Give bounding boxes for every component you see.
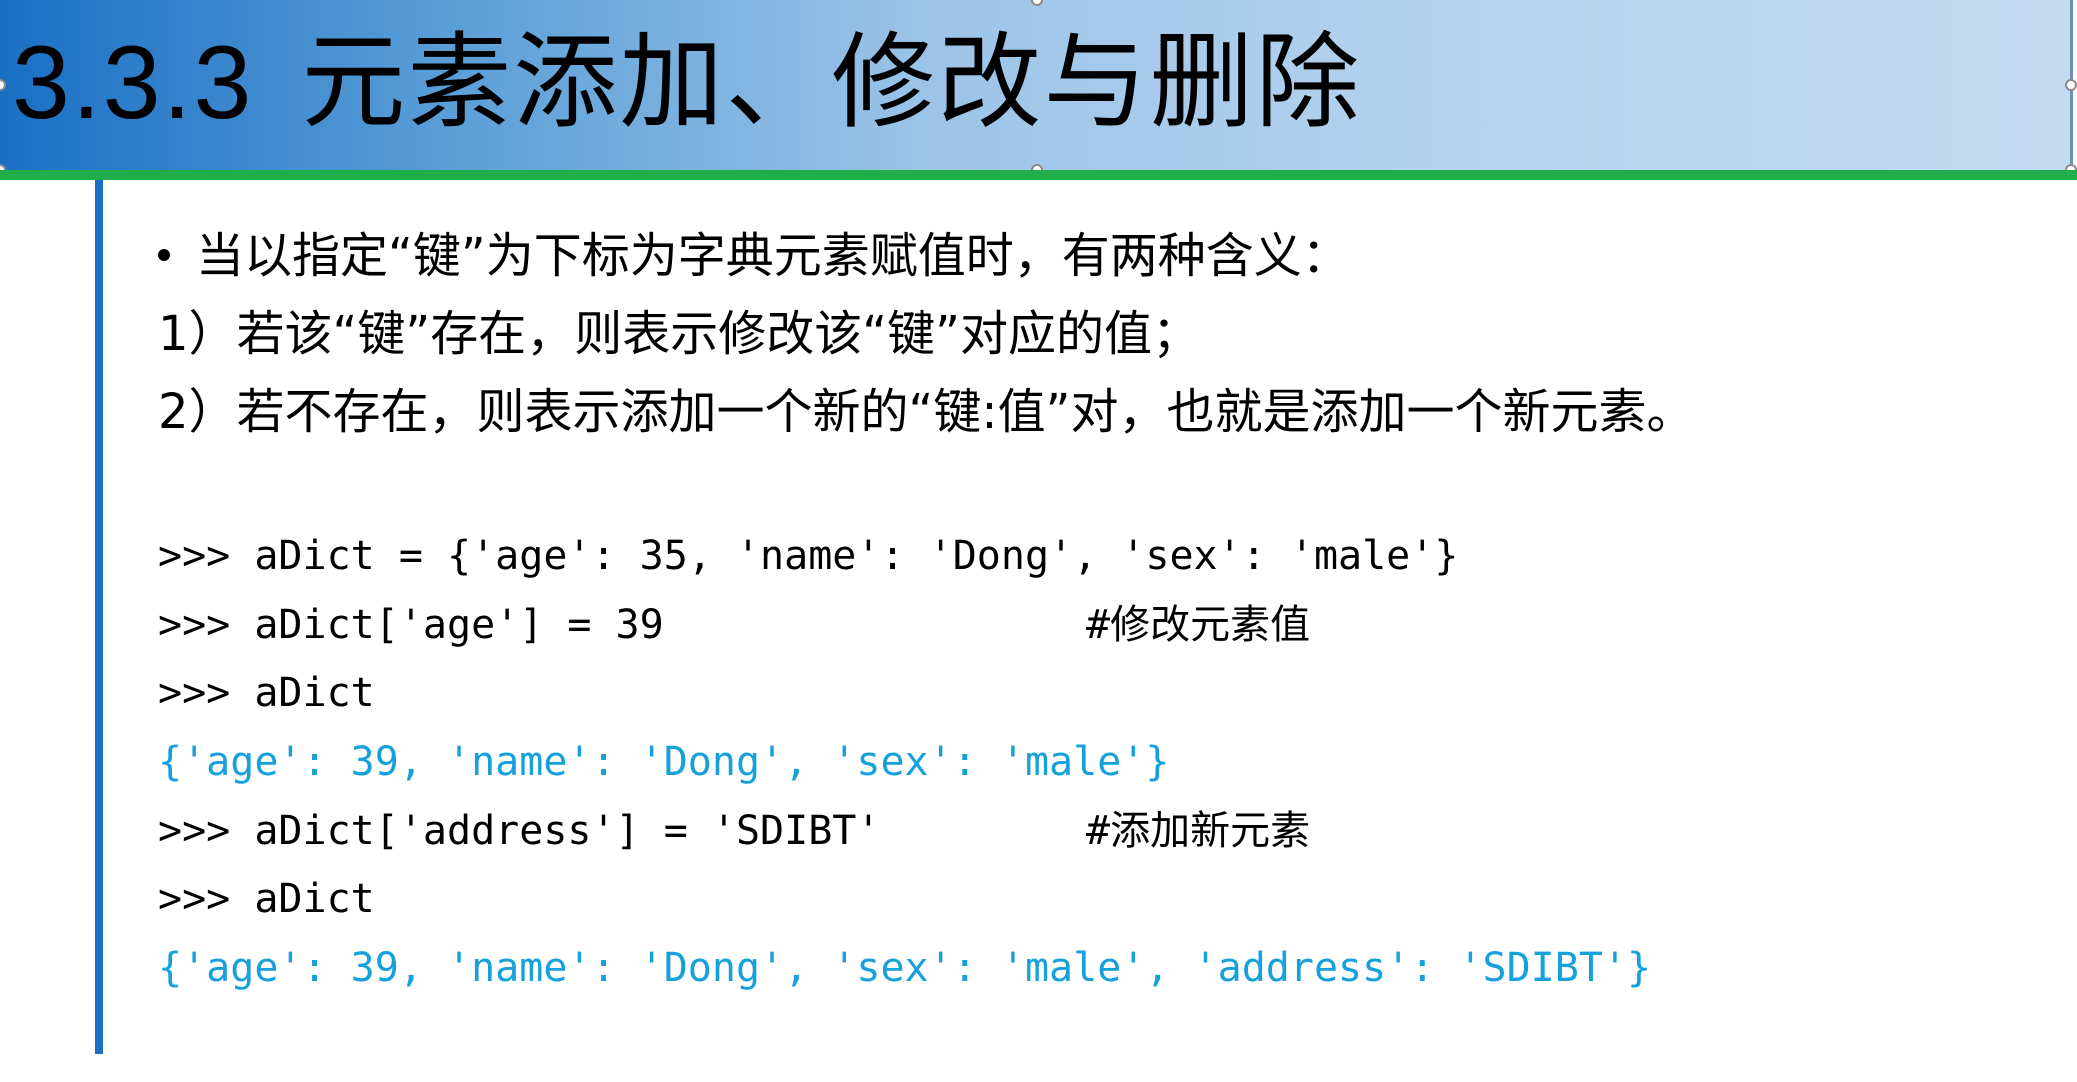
bullet-paragraph: 当以指定“键”为下标为字典元素赋值时，有两种含义： <box>158 226 1350 286</box>
code-line-4: >>> aDict['address'] = 'SDIBT' <box>158 808 881 854</box>
code-comment-modify: #修改元素值 <box>1086 602 1311 648</box>
title-text: 元素添加、修改与删除 <box>301 25 1362 141</box>
code-line-3: >>> aDict <box>158 670 375 716</box>
content-left-rule <box>95 180 103 1054</box>
section-number: 3.3.3 <box>12 25 254 141</box>
bullet-icon <box>158 249 170 261</box>
code-output-2: {'age': 39, 'name': 'Dong', 'sex': 'male… <box>158 945 1652 991</box>
slide: 3.3.3 元素添加、修改与删除 当以指定“键”为下标为字典元素赋值时，有两种含义… <box>0 0 2077 1082</box>
code-output-1: {'age': 39, 'name': 'Dong', 'sex': 'male… <box>158 739 1170 785</box>
code-comment-add: #添加新元素 <box>1086 808 1311 854</box>
paragraph-line-2: 2）若不存在，则表示添加一个新的“键:值”对，也就是添加一个新元素。 <box>158 384 1695 440</box>
selection-handle-middle-right[interactable] <box>2065 79 2077 91</box>
code-line-5: >>> aDict <box>158 876 375 922</box>
slide-title: 3.3.3 元素添加、修改与删除 <box>12 18 1361 148</box>
title-bar[interactable]: 3.3.3 元素添加、修改与删除 <box>0 0 2073 170</box>
paragraph-line-1: 1）若该“键”存在，则表示修改该“键”对应的值； <box>158 306 1201 362</box>
code-line-2: >>> aDict['age'] = 39 <box>158 602 664 648</box>
title-underline <box>0 170 2077 180</box>
code-line-1: >>> aDict = {'age': 35, 'name': 'Dong', … <box>158 533 1459 579</box>
bullet-text: 当以指定“键”为下标为字典元素赋值时，有两种含义： <box>196 228 1350 284</box>
